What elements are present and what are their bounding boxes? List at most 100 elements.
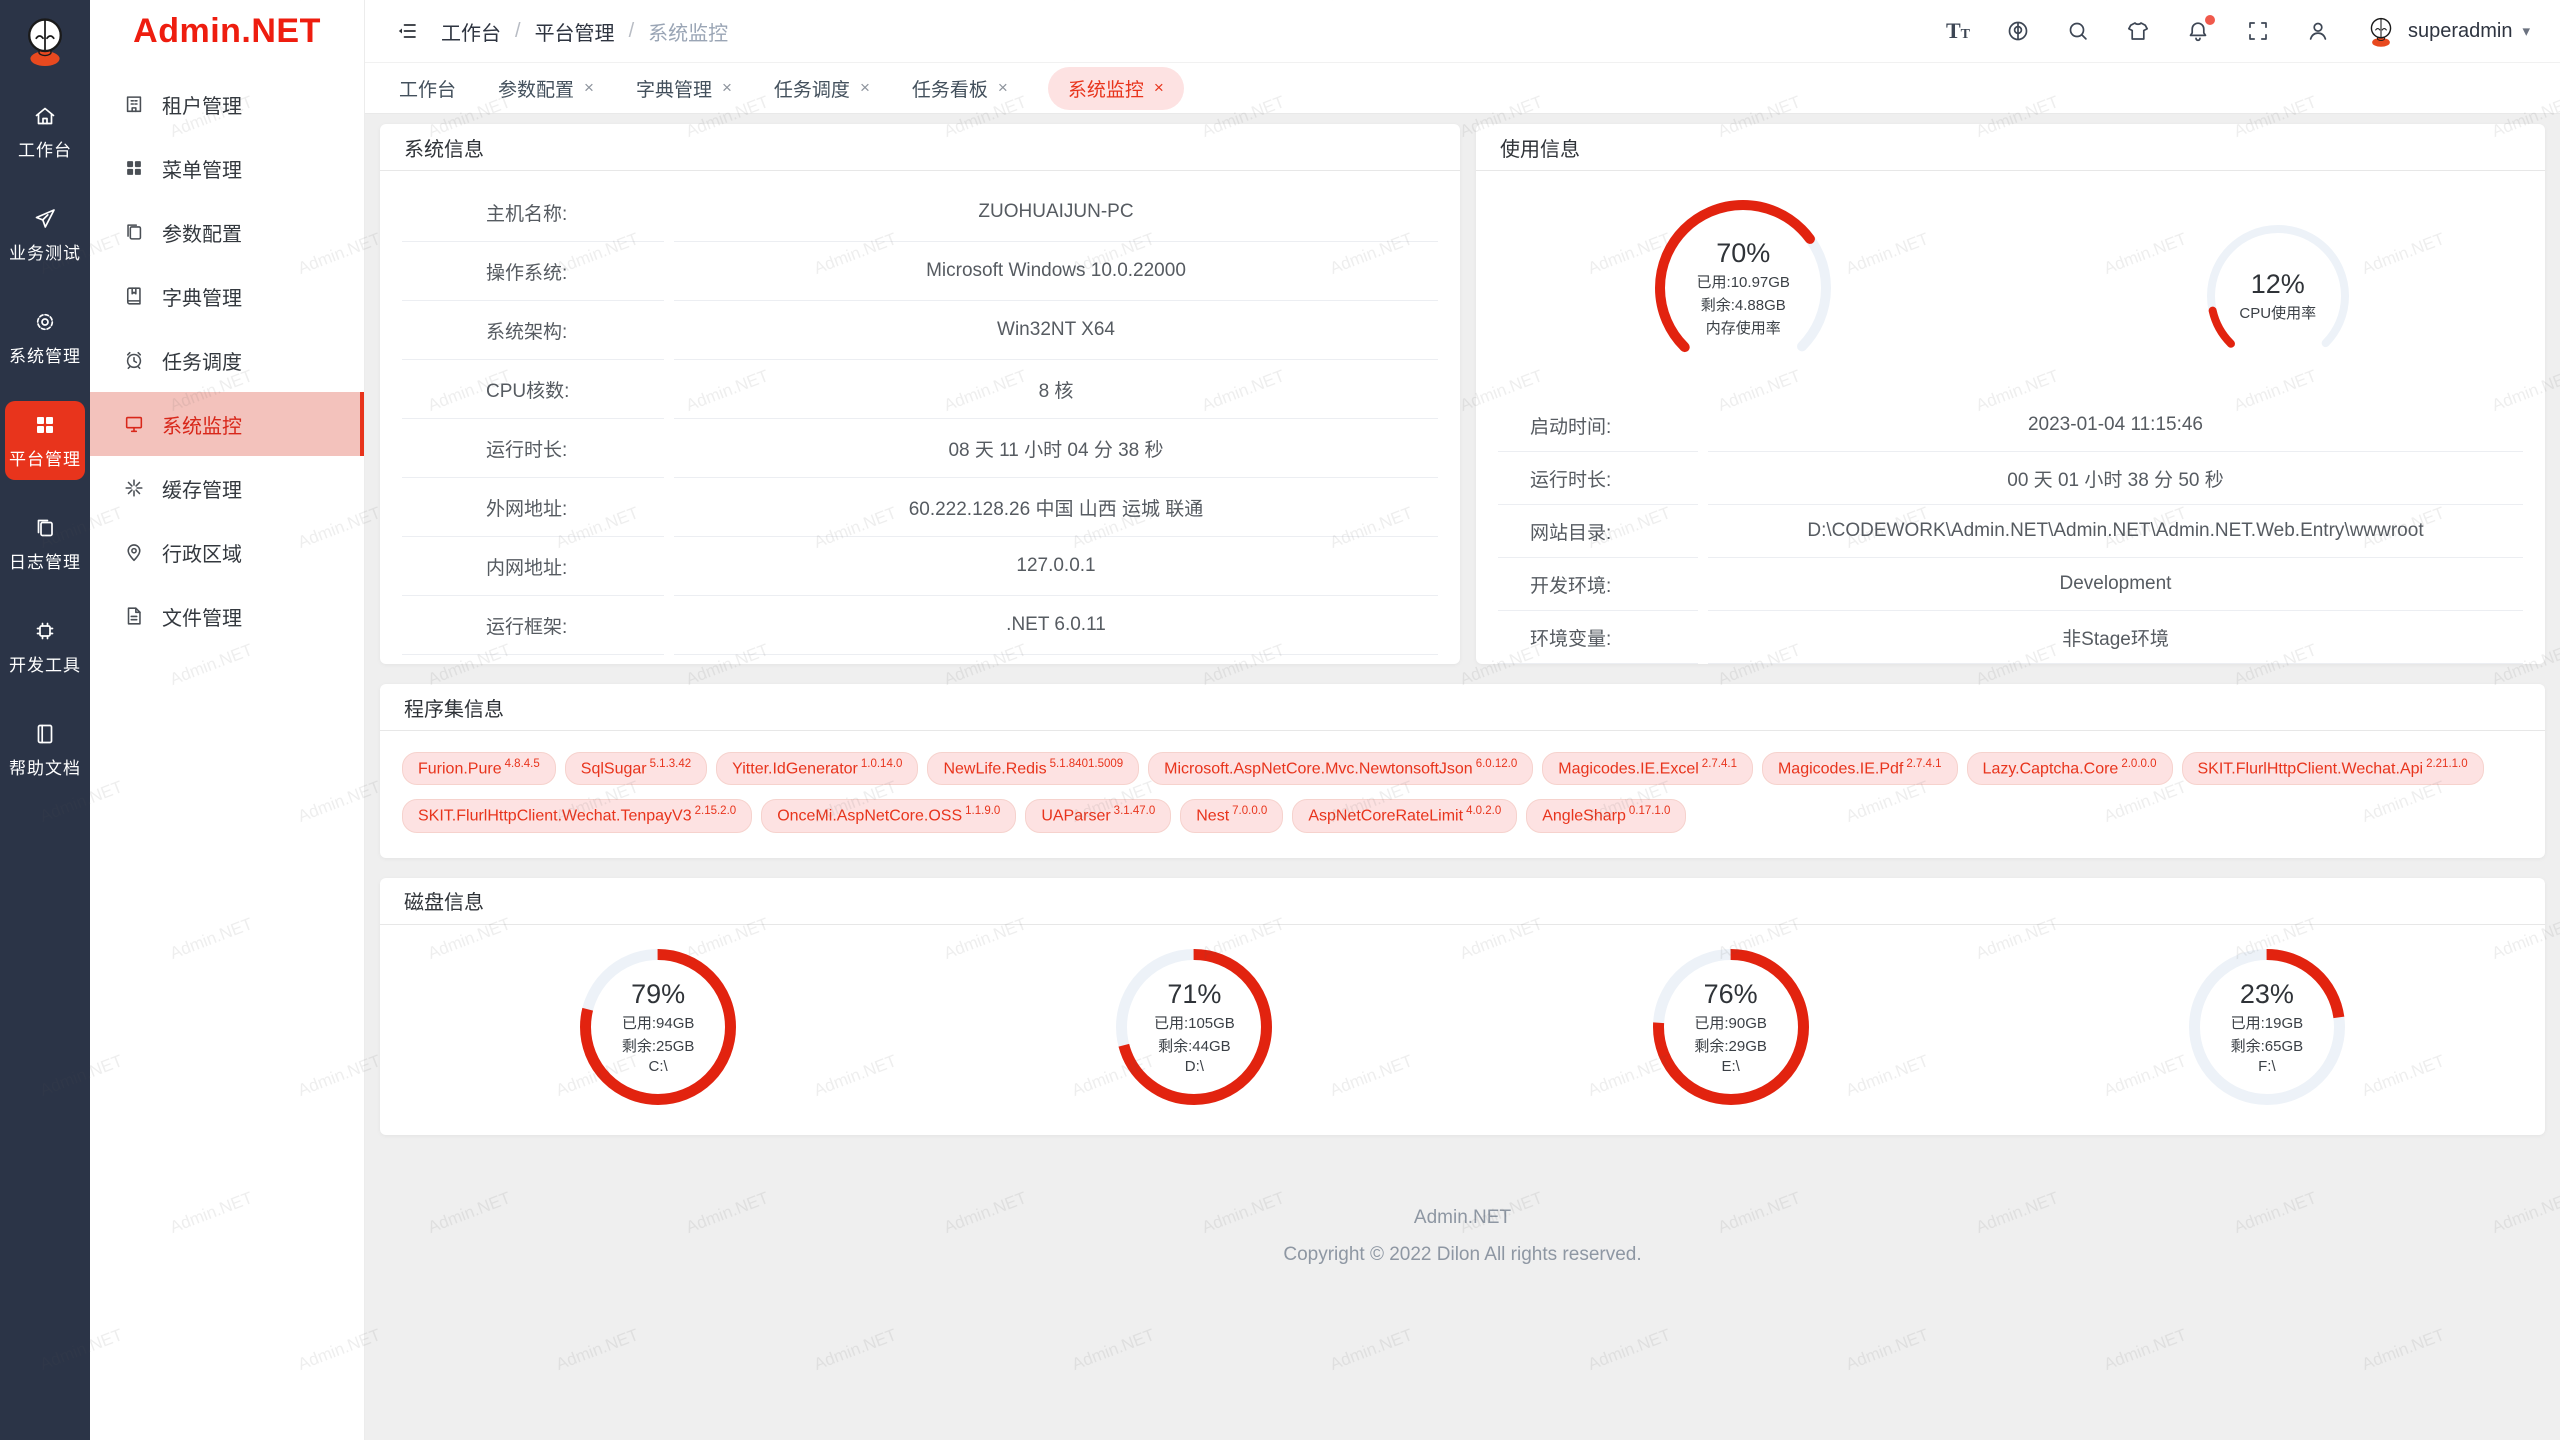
tab-2[interactable]: 字典管理× xyxy=(634,67,734,110)
gauge-percent: 70% xyxy=(1716,238,1770,269)
topbar-actions: TT xyxy=(1946,19,2330,43)
brand-logo: Admin.NET xyxy=(90,0,364,62)
sidebar-item-schedule[interactable]: 任务调度 xyxy=(90,328,364,392)
info-row: 网站目录:D:\CODEWORK\Admin.NET\Admin.NET\Adm… xyxy=(1498,505,2523,558)
breadcrumb: 工作台/平台管理/系统监控 xyxy=(441,17,728,46)
file-icon xyxy=(123,605,145,627)
sidebar-item-menu[interactable]: 菜单管理 xyxy=(90,136,364,200)
assembly-tag: AngleSharp0.17.1.0 xyxy=(1526,799,1686,832)
cache-icon xyxy=(123,477,145,499)
info-row: 操作系统:Microsoft Windows 10.0.22000 xyxy=(402,242,1438,301)
sidebar-item-file[interactable]: 文件管理 xyxy=(90,584,364,648)
card-title: 磁盘信息 xyxy=(380,878,2545,925)
profile-person-icon[interactable] xyxy=(2306,19,2330,43)
dict-icon xyxy=(123,285,145,307)
book-icon xyxy=(33,722,57,746)
breadcrumb-item: 系统监控 xyxy=(648,17,728,46)
sidebar-item-tenant[interactable]: 租户管理 xyxy=(90,72,364,136)
monitor-icon xyxy=(123,413,145,435)
footer-copyright: Copyright © 2022 Dilon All rights reserv… xyxy=(380,1236,2545,1273)
info-row: 主机名称:ZUOHUAIJUN-PC xyxy=(402,183,1438,242)
tab-4[interactable]: 任务看板× xyxy=(910,67,1010,110)
main-area: 工作台/平台管理/系统监控 TT superadmin ▾ 工作台参数配置×字典… xyxy=(365,0,2560,1440)
schedule-icon xyxy=(123,349,145,371)
breadcrumb-item[interactable]: 工作台 xyxy=(441,17,501,46)
rail-item-send[interactable]: 业务测试 xyxy=(5,195,85,274)
rail-item-chip[interactable]: 开发工具 xyxy=(5,607,85,686)
params-icon xyxy=(123,221,145,243)
disk-gauges: 79%已用:94GB剩余:25GBC:\71%已用:105GB剩余:44GBD:… xyxy=(380,925,2545,1135)
assembly-tag: Lazy.Captcha.Core2.0.0.0 xyxy=(1967,752,2173,785)
region-icon xyxy=(123,541,145,563)
tab-1[interactable]: 参数配置× xyxy=(496,67,596,110)
tenant-icon xyxy=(123,93,145,115)
sidebar-item-monitor[interactable]: 系统监控 xyxy=(90,392,364,456)
gauge-percent: 79% xyxy=(631,979,685,1010)
sidebar-item-dict[interactable]: 字典管理 xyxy=(90,264,364,328)
card-title: 系统信息 xyxy=(380,124,1460,171)
usage-info-card: 使用信息 70%已用:10.97GB剩余:4.88GB内存使用率12%CPU使用… xyxy=(1476,124,2545,664)
app-root: 工作台业务测试系统管理平台管理日志管理开发工具帮助文档 Admin.NET 租户… xyxy=(0,0,2560,1440)
menu-fold-icon[interactable] xyxy=(395,19,419,43)
assembly-tag: OnceMi.AspNetCore.OSS1.1.9.0 xyxy=(761,799,1016,832)
usage-gauges: 70%已用:10.97GB剩余:4.88GB内存使用率12%CPU使用率 xyxy=(1476,171,2545,399)
gauge-percent: 76% xyxy=(1704,979,1758,1010)
theme-shirt-icon[interactable] xyxy=(2126,19,2150,43)
assembly-tag: Microsoft.AspNetCore.Mvc.NewtonsoftJson6… xyxy=(1148,752,1533,785)
tab-0[interactable]: 工作台 xyxy=(397,67,458,110)
rail-nav: 工作台业务测试系统管理平台管理日志管理开发工具帮助文档 xyxy=(5,68,85,789)
font-size-icon[interactable]: TT xyxy=(1946,19,1970,43)
close-icon[interactable]: × xyxy=(860,78,870,98)
close-icon[interactable]: × xyxy=(998,78,1008,98)
assembly-tag: UAParser3.1.47.0 xyxy=(1025,799,1171,832)
user-menu[interactable]: superadmin ▾ xyxy=(2364,14,2530,48)
sidebar-item-cache[interactable]: 缓存管理 xyxy=(90,456,364,520)
rail-item-gear[interactable]: 系统管理 xyxy=(5,298,85,377)
assembly-tag: Furion.Pure4.8.4.5 xyxy=(402,752,556,785)
home-icon xyxy=(33,104,57,128)
assemblies-card: 程序集信息 Furion.Pure4.8.4.5SqlSugar5.1.3.42… xyxy=(380,684,2545,858)
chip-icon xyxy=(33,619,57,643)
fullscreen-icon[interactable] xyxy=(2246,19,2270,43)
module-sidebar: Admin.NET 租户管理菜单管理参数配置字典管理任务调度系统监控缓存管理行政… xyxy=(90,0,365,1440)
close-icon[interactable]: × xyxy=(1154,78,1164,98)
assembly-tags: Furion.Pure4.8.4.5 SqlSugar5.1.3.42 Yitter… xyxy=(380,731,2545,858)
cpu-gauge: 12%CPU使用率 xyxy=(2011,209,2546,367)
info-row: 启动时间:2023-01-04 11:15:46 xyxy=(1498,399,2523,452)
breadcrumb-item[interactable]: 平台管理 xyxy=(535,17,615,46)
app-logo-avatar[interactable] xyxy=(17,12,73,68)
user-avatar xyxy=(2364,14,2398,48)
language-icon[interactable] xyxy=(2006,19,2030,43)
assembly-tag: SKIT.FlurlHttpClient.Wechat.Api2.21.1.0 xyxy=(2182,752,2484,785)
send-icon xyxy=(33,207,57,231)
assembly-tag: AspNetCoreRateLimit4.0.2.0 xyxy=(1292,799,1517,832)
assembly-tag: SqlSugar5.1.3.42 xyxy=(565,752,707,785)
info-row: 内网地址:127.0.0.1 xyxy=(402,537,1438,596)
page-footer: Admin.NET Copyright © 2022 Dilon All rig… xyxy=(380,1199,2545,1273)
info-row: 开发环境:Development xyxy=(1498,558,2523,611)
footer-title: Admin.NET xyxy=(380,1199,2545,1236)
info-row-top: 系统信息 主机名称:ZUOHUAIJUN-PC操作系统:Microsoft Wi… xyxy=(380,124,2545,664)
tab-3[interactable]: 任务调度× xyxy=(772,67,872,110)
close-icon[interactable]: × xyxy=(722,78,732,98)
gauge-percent: 71% xyxy=(1167,979,1221,1010)
search-icon[interactable] xyxy=(2066,19,2090,43)
menu-icon xyxy=(123,157,145,179)
rail-item-grid[interactable]: 平台管理 xyxy=(5,401,85,480)
disk-gauge: 76%已用:90GB剩余:29GBE:\ xyxy=(1463,949,1999,1105)
rail-item-home[interactable]: 工作台 xyxy=(5,92,85,171)
assembly-tag: NewLife.Redis5.1.8401.5009 xyxy=(927,752,1139,785)
system-info-card: 系统信息 主机名称:ZUOHUAIJUN-PC操作系统:Microsoft Wi… xyxy=(380,124,1460,664)
assembly-tag: Yitter.IdGenerator1.0.14.0 xyxy=(716,752,918,785)
sidebar-item-params[interactable]: 参数配置 xyxy=(90,200,364,264)
notification-bell-icon[interactable] xyxy=(2186,19,2210,43)
close-icon[interactable]: × xyxy=(584,78,594,98)
rail-item-book[interactable]: 帮助文档 xyxy=(5,710,85,789)
info-row: 运行时长:08 天 11 小时 04 分 38 秒 xyxy=(402,419,1438,478)
sidebar-item-region[interactable]: 行政区域 xyxy=(90,520,364,584)
gear-icon xyxy=(33,310,57,334)
system-info-list: 主机名称:ZUOHUAIJUN-PC操作系统:Microsoft Windows… xyxy=(380,171,1460,655)
assembly-tag: Magicodes.IE.Pdf2.7.4.1 xyxy=(1762,752,1958,785)
tab-5[interactable]: 系统监控× xyxy=(1048,67,1184,110)
rail-item-copy[interactable]: 日志管理 xyxy=(5,504,85,583)
